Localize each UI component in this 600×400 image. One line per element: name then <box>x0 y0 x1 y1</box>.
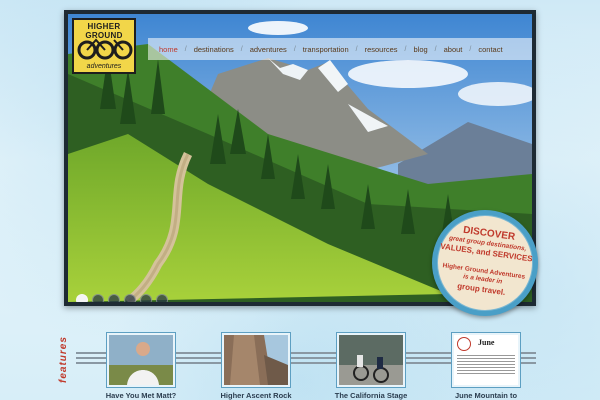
slideshow-dot[interactable] <box>156 294 168 302</box>
feature-thumbnail-matt[interactable] <box>106 332 176 388</box>
feature-caption[interactable]: June Mountain to <box>431 391 541 400</box>
main-navigation: home / destinations / adventures / transportat… <box>148 38 532 60</box>
nav-item-destinations[interactable]: destinations <box>187 45 241 54</box>
feature-caption[interactable]: Higher Ascent Rock <box>201 391 311 400</box>
seal-icon <box>457 337 471 351</box>
feature-caption[interactable]: The California Stage <box>316 391 426 400</box>
slideshow-dot[interactable] <box>124 294 136 302</box>
nav-item-home[interactable]: home <box>152 45 185 54</box>
feature-image: June <box>454 335 518 385</box>
features-label: features <box>58 336 69 384</box>
feature-image <box>224 335 288 385</box>
feature-image <box>339 335 403 385</box>
slideshow-dot[interactable] <box>108 294 120 302</box>
nav-item-resources[interactable]: resources <box>358 45 405 54</box>
higher-ground-logo[interactable]: HIGHER GROUND adventures <box>72 18 136 74</box>
discover-badge[interactable]: DISCOVER great group destinations, VALUE… <box>430 208 540 318</box>
feature-thumbnail-june[interactable]: June <box>451 332 521 388</box>
logo-subtext: adventures <box>86 63 122 70</box>
slideshow-dot[interactable] <box>92 294 104 302</box>
bicycles-logo-icon <box>77 38 133 60</box>
slideshow-pager <box>76 294 168 302</box>
slideshow-dot[interactable] <box>140 294 152 302</box>
feature-image <box>109 335 173 385</box>
nav-item-adventures[interactable]: adventures <box>243 45 294 54</box>
nav-item-transportation[interactable]: transportation <box>296 45 356 54</box>
feature-caption[interactable]: Have You Met Matt? <box>86 391 196 400</box>
nav-item-about[interactable]: about <box>437 45 470 54</box>
document-title: June <box>478 338 495 347</box>
nav-item-blog[interactable]: blog <box>406 45 434 54</box>
slideshow-dot[interactable] <box>76 294 88 302</box>
feature-thumbnail-rock[interactable] <box>221 332 291 388</box>
feature-thumbnail-california[interactable] <box>336 332 406 388</box>
nav-item-contact[interactable]: contact <box>471 45 509 54</box>
